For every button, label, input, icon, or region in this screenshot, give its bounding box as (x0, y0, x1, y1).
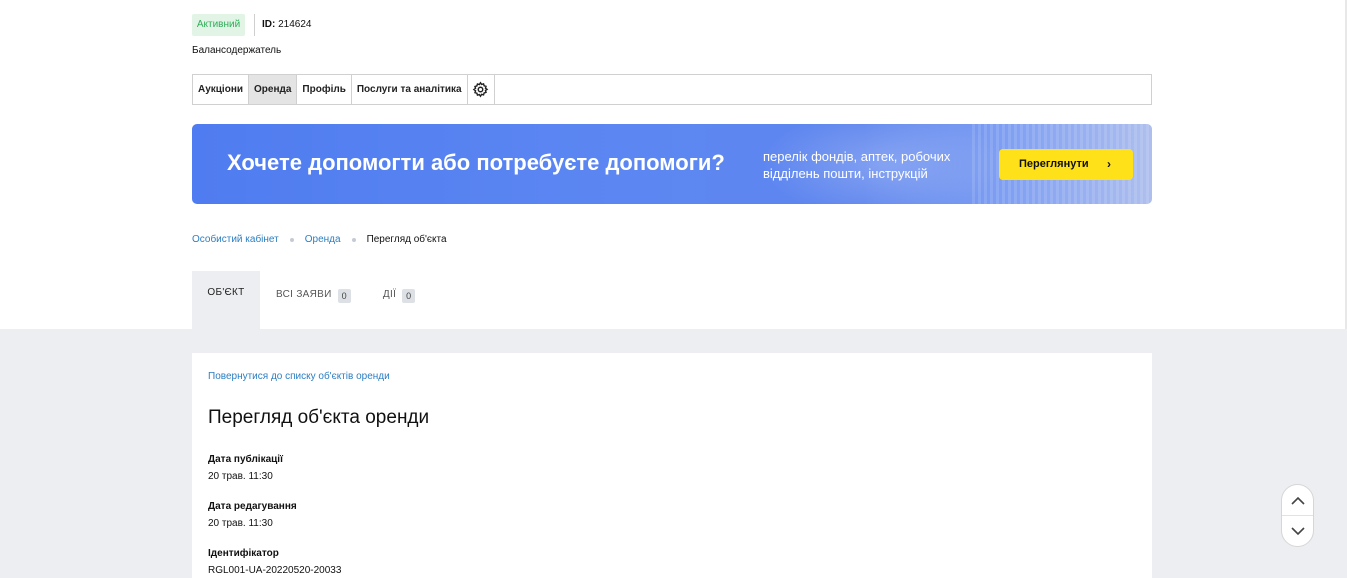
page-title: Перегляд об'єкта оренди (208, 407, 430, 428)
gear-icon (472, 81, 489, 98)
banner-title: Хочете допомогти або потребуєте допомоги… (227, 150, 725, 175)
scroll-control (1281, 484, 1314, 547)
banner-subtitle: перелік фондів, аптек, робочих відділень… (763, 149, 951, 181)
chevron-right-icon: › (1107, 157, 1111, 171)
settings-button[interactable] (468, 75, 495, 104)
help-banner[interactable]: Хочете допомогти або потребуєте допомоги… (192, 124, 1152, 204)
scroll-up-button[interactable] (1282, 485, 1313, 515)
scroll-down-button[interactable] (1282, 516, 1313, 546)
view-button[interactable]: Переглянути › (999, 149, 1133, 180)
publication-date-value: 20 трав. 11:30 (208, 471, 273, 482)
breadcrumb: Особистий кабінет Оренда Перегляд об'єкт… (192, 234, 447, 245)
identifier-value: RGL001-UA-20220520-20033 (208, 565, 342, 576)
page: Активний ID: 214624 Балансодержатель Аук… (0, 0, 1347, 578)
breadcrumb-separator (289, 237, 294, 242)
account-id: ID: 214624 (262, 19, 312, 30)
nav-tab-profile[interactable]: Профіль (297, 75, 352, 104)
tab-actions-label: ДІЇ (382, 289, 397, 300)
tab-all-bids-count: 0 (337, 289, 351, 303)
badge-divider (254, 14, 255, 36)
chevron-down-icon (1290, 526, 1305, 535)
tab-all-bids-label: ВСІ ЗАЯВИ (276, 289, 332, 300)
main-nav: Аукціони Оренда Профіль Послуги та аналі… (192, 74, 1152, 105)
nav-tab-rent[interactable]: Оренда (249, 75, 298, 104)
object-card: Повернутися до списку об'єктів оренди Пе… (192, 353, 1152, 578)
edit-date-label: Дата редагування (208, 501, 297, 512)
edit-date-value: 20 трав. 11:30 (208, 518, 273, 529)
breadcrumb-separator (351, 237, 356, 242)
status-badge: Активний (192, 14, 245, 36)
object-tabs: ОБ'ЄКТ ВСІ ЗАЯВИ 0 ДІЇ 0 (192, 271, 416, 329)
chevron-up-icon (1290, 496, 1305, 505)
nav-tab-services[interactable]: Послуги та аналітика (352, 75, 468, 104)
account-role: Балансодержатель (192, 45, 282, 56)
nav-tab-auctions[interactable]: Аукціони (193, 75, 250, 104)
tab-object-label: ОБ'ЄКТ (207, 287, 245, 298)
breadcrumb-cabinet[interactable]: Особистий кабінет (192, 234, 279, 245)
tab-object[interactable]: ОБ'ЄКТ (192, 271, 260, 329)
breadcrumb-rent[interactable]: Оренда (305, 234, 341, 245)
identifier-label: Ідентифікатор (208, 548, 279, 559)
view-button-label: Переглянути (1019, 158, 1089, 170)
publication-date-label: Дата публікації (208, 454, 283, 465)
breadcrumb-current: Перегляд об'єкта (366, 234, 447, 245)
tab-actions[interactable]: ДІЇ 0 (383, 271, 416, 329)
tab-actions-count: 0 (402, 289, 416, 303)
account-id-value: 214624 (278, 19, 312, 30)
account-id-label: ID: (262, 19, 276, 30)
tab-all-bids[interactable]: ВСІ ЗАЯВИ 0 (276, 271, 351, 329)
back-to-list-link[interactable]: Повернутися до списку об'єктів оренди (208, 371, 390, 382)
